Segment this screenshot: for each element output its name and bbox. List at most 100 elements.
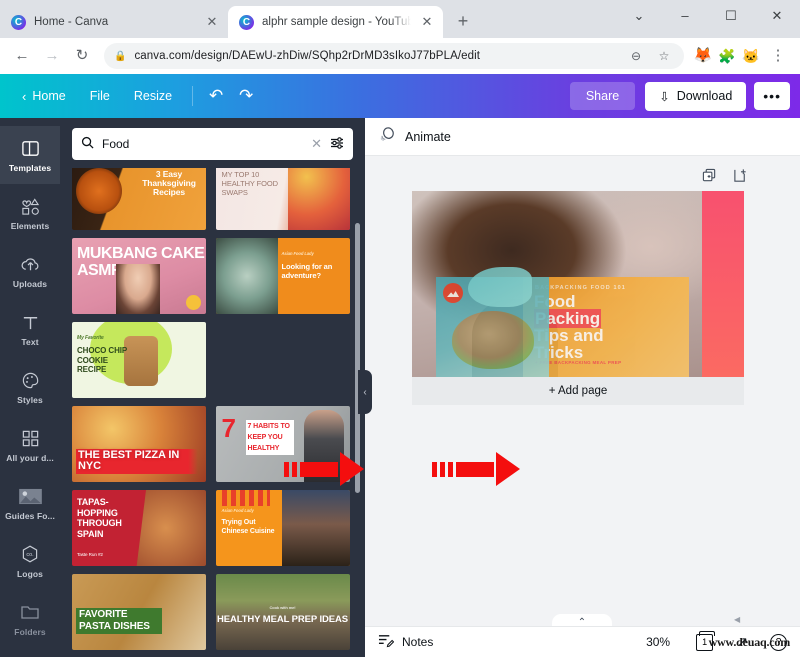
filter-icon[interactable]	[330, 136, 344, 153]
lock-icon: 🔒	[114, 50, 127, 62]
browser-menu-icon[interactable]: ⋮	[764, 42, 792, 70]
template-thumbnail[interactable]: HEALTHY MEAL PREP IDEAS Cook with me!	[215, 574, 350, 650]
street-photo	[281, 490, 350, 566]
home-button[interactable]: ‹ Home	[10, 83, 78, 110]
template-thumbnail[interactable]: TAPAS-HOPPING THROUGH SPAIN Taste Run #2	[72, 490, 206, 566]
scroll-left-icon[interactable]: ◀	[734, 615, 740, 624]
template-thumbnail[interactable]: MUKBANG CAKE ASMR	[72, 238, 206, 314]
duplicate-page-icon[interactable]	[702, 168, 717, 186]
chevron-down-icon[interactable]: ⌄	[616, 0, 662, 32]
sidebar-item-guides-folder[interactable]: Guides Fo...	[0, 474, 60, 532]
search-page-icon[interactable]: ⊖	[626, 49, 646, 63]
close-tab-icon[interactable]: ✕	[419, 14, 435, 30]
design-canvas-page[interactable]: BACKPACKING FOOD 101 Food Packing Tips a…	[412, 191, 744, 377]
template-title: MY TOP 10 HEALTHY FOOD SWAPS	[221, 170, 279, 197]
browser-tab-home-canva[interactable]: Home - Canva ✕	[0, 6, 228, 38]
notes-button[interactable]: Notes	[378, 633, 433, 651]
more-options-button[interactable]: •••	[754, 82, 790, 110]
new-tab-button[interactable]: +	[449, 8, 477, 36]
template-kicker: My Favorite	[77, 335, 104, 341]
elements-icon	[20, 195, 41, 217]
template-thumbnail[interactable]: 3 Easy Thanksgiving Recipes GRANDMA'S KI…	[72, 168, 206, 230]
template-thumbnail[interactable]: Looking for an adventure? Asian Food Lad…	[215, 238, 350, 314]
search-value: Food	[102, 137, 130, 151]
redo-icon[interactable]: ↷	[231, 81, 261, 111]
annotation-arrow-right	[432, 452, 520, 486]
folders-icon	[20, 601, 40, 623]
toolbar-divider	[192, 86, 194, 106]
uploads-icon	[20, 253, 41, 275]
food-photo	[76, 168, 122, 214]
template-title: TAPAS-HOPPING THROUGH SPAIN	[77, 497, 122, 539]
close-window-icon[interactable]: ✕	[754, 0, 800, 32]
address-bar[interactable]: 🔒 canva.com/design/DAEwU-zhDiw/SQhp2rDrM…	[104, 43, 684, 69]
template-empty-slot	[216, 322, 350, 398]
template-thumbnail[interactable]: THE BEST PIZZA IN NYC	[72, 406, 206, 482]
horizontal-scrollbar[interactable]: ◀ ▶	[730, 613, 800, 626]
download-label: Download	[676, 89, 733, 103]
maximize-icon[interactable]: ☐	[708, 0, 754, 32]
template-kicker: Asian Food Lady	[281, 251, 314, 256]
file-menu-button[interactable]: File	[78, 83, 122, 109]
sidebar-item-elements[interactable]: Elements	[0, 184, 60, 242]
logos-icon: co.	[20, 543, 40, 565]
arrow-head	[496, 452, 520, 486]
close-icon[interactable]: ✕	[311, 136, 322, 152]
browser-toolbar: ← → ↻ 🔒 canva.com/design/DAEwU-zhDiw/SQh…	[0, 38, 800, 74]
sidebar-item-all-your-designs[interactable]: All your d...	[0, 416, 60, 474]
resize-button[interactable]: Resize	[122, 83, 184, 109]
download-button[interactable]: ⇩ Download	[645, 81, 747, 111]
minimize-icon[interactable]: –	[662, 0, 708, 32]
canvas-area[interactable]: BACKPACKING FOOD 101 Food Packing Tips a…	[365, 156, 800, 636]
template-thumbnail[interactable]: FAVORITE PASTA DISHES	[72, 574, 206, 650]
download-icon: ⇩	[659, 89, 670, 104]
food-photo	[287, 168, 350, 230]
sidebar-item-text[interactable]: Text	[0, 300, 60, 358]
forward-icon[interactable]: →	[38, 42, 66, 70]
template-title: Trying Out Chinese Cuisine	[221, 519, 275, 535]
add-page-button[interactable]: + Add page	[412, 377, 744, 405]
collapse-panel-button[interactable]: ‹	[358, 370, 372, 414]
sidebar-item-templates[interactable]: Templates	[0, 126, 60, 184]
sidebar-item-folders[interactable]: Folders	[0, 590, 60, 648]
puzzle-extension-icon[interactable]: 🧩	[716, 45, 738, 67]
reload-icon[interactable]: ↻	[68, 42, 96, 70]
browser-tab-alphr-sample-design[interactable]: alphr sample design - YouTube T ✕	[228, 6, 443, 38]
arrow-dash	[292, 461, 297, 477]
search-wrapper: Food ✕	[60, 118, 365, 168]
sidebar-item-logos[interactable]: co. Logos	[0, 532, 60, 590]
text-icon	[21, 311, 40, 333]
arrow-dash	[432, 461, 437, 477]
template-title: CHOCO CHIP COOKIE RECIPE	[77, 346, 127, 374]
styles-icon	[21, 369, 40, 391]
emoji-icon	[186, 295, 201, 310]
undo-icon[interactable]: ↶	[201, 81, 231, 111]
animate-icon	[379, 126, 396, 148]
bookmark-star-icon[interactable]: ☆	[654, 49, 674, 63]
arrow-shaft	[456, 461, 494, 477]
template-thumbnail[interactable]: CHOCO CHIP COOKIE RECIPE My Favorite	[72, 322, 206, 398]
sidebar-item-styles[interactable]: Styles	[0, 358, 60, 416]
notes-icon	[378, 633, 395, 651]
template-thumbnail[interactable]: MY TOP 10 HEALTHY FOOD SWAPS THE HEALTH …	[215, 168, 350, 230]
tab-title: alphr sample design - YouTube T	[262, 16, 411, 28]
fox-extension-icon[interactable]: 🦊	[692, 45, 714, 67]
close-tab-icon[interactable]: ✕	[204, 14, 220, 30]
template-title: 7 HABITS TO KEEP YOU HEALTHY	[245, 420, 294, 455]
templates-scroll-area[interactable]: 3 Easy Thanksgiving Recipes GRANDMA'S KI…	[60, 168, 365, 657]
add-page-icon[interactable]	[733, 168, 748, 186]
cat-profile-icon[interactable]: 🐱	[740, 45, 762, 67]
template-kicker: Taste Run #2	[77, 552, 103, 558]
template-title: Looking for an adventure?	[281, 262, 333, 280]
sidebar-item-label: Templates	[8, 163, 52, 173]
animate-label[interactable]: Animate	[405, 130, 451, 144]
share-button[interactable]: Share	[569, 82, 636, 110]
template-thumbnail[interactable]: Trying Out Chinese Cuisine Asian Food La…	[215, 490, 350, 566]
sidebar-item-uploads[interactable]: Uploads	[0, 242, 60, 300]
zoom-level[interactable]: 30%	[646, 635, 670, 649]
templates-icon	[21, 137, 40, 159]
sidebar-item-label: Folders	[14, 627, 46, 637]
sidebar-item-label: Guides Fo...	[5, 511, 55, 521]
back-icon[interactable]: ←	[8, 42, 36, 70]
search-input[interactable]: Food ✕	[72, 128, 353, 160]
